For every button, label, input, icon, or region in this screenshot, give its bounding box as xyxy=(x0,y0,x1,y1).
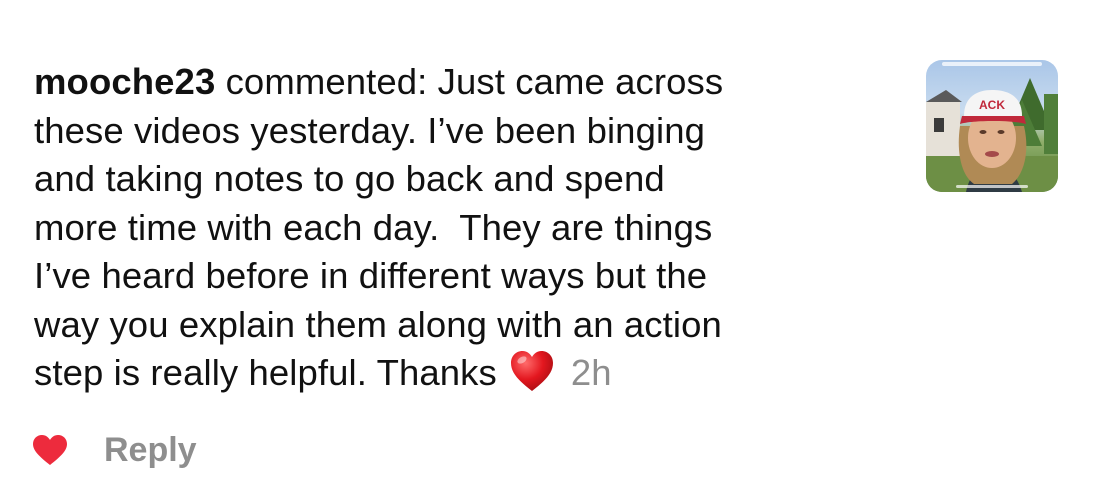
reply-button[interactable]: Reply xyxy=(104,431,197,470)
comment-line-4: more time with each day. They are things xyxy=(34,206,713,248)
comment-line-7: step is really helpful. Thanks 2h xyxy=(34,349,874,398)
thumbnail-image: ACK xyxy=(926,78,1058,192)
thumbnail-caption-top xyxy=(942,62,1042,66)
username[interactable]: mooche23 xyxy=(34,61,215,102)
comment-line-6: way you explain them along with an actio… xyxy=(34,303,722,345)
comment-text: mooche23 commented: Just came across the… xyxy=(34,58,874,398)
comment-line-1: mooche23 commented: Just came across xyxy=(34,58,874,107)
heart-icon[interactable] xyxy=(32,434,68,466)
comment-line-2: these videos yesterday. I’ve been bingin… xyxy=(34,109,705,151)
red-heart-emoji-icon xyxy=(510,351,553,391)
comment-timestamp: 2h xyxy=(570,352,612,393)
comment-text-segment: commented: Just came across xyxy=(215,61,724,102)
video-thumbnail[interactable]: ACK xyxy=(926,60,1058,192)
comment-text-segment: step is really helpful. Thanks xyxy=(34,352,497,393)
comment-actions: Reply xyxy=(32,428,197,472)
cap-logo: ACK xyxy=(979,98,1005,112)
thumbnail-caption-bottom xyxy=(956,185,1028,188)
comment-line-5: I’ve heard before in different ways but … xyxy=(34,255,708,296)
comment-line-3: and taking notes to go back and spend xyxy=(34,158,665,199)
